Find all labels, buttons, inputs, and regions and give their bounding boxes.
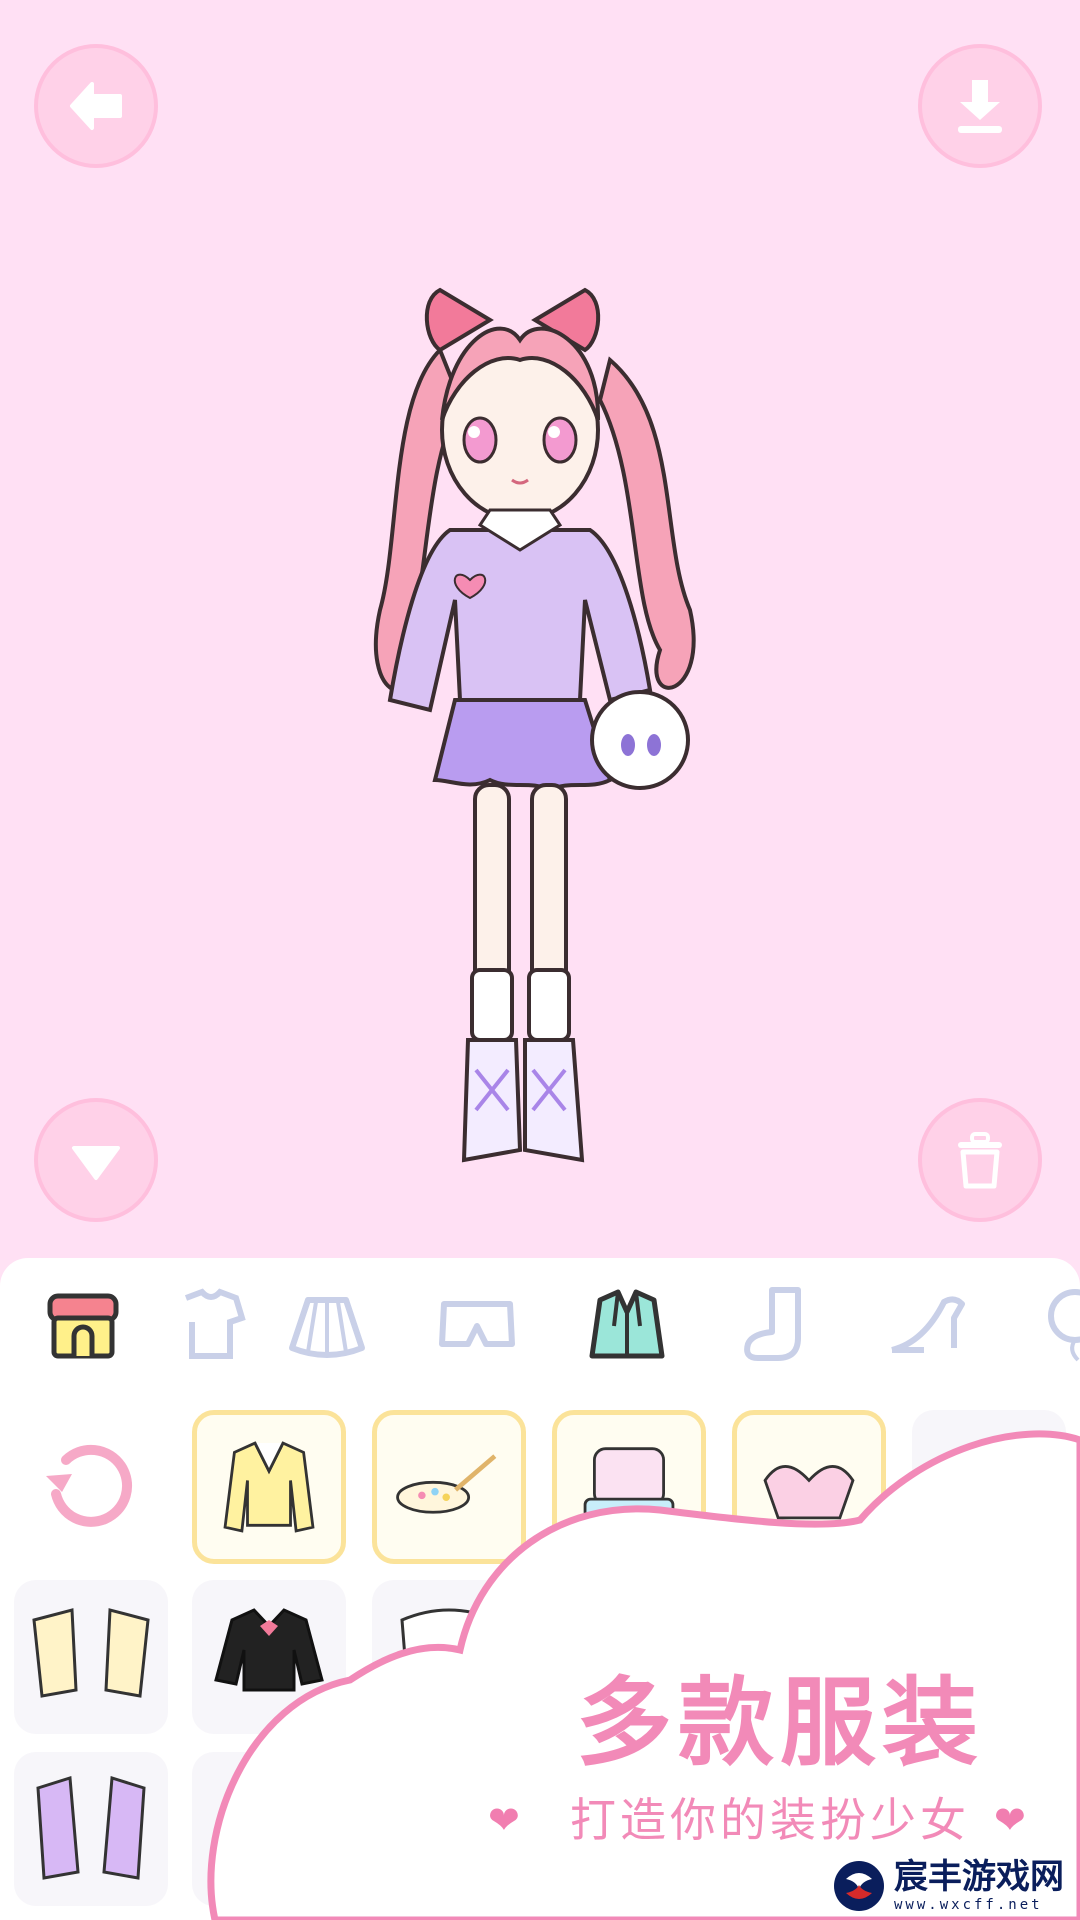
watermark-url: www.wxcff.net xyxy=(894,1897,1043,1913)
sailor-top-thumbnail xyxy=(214,1608,324,1692)
collapse-button[interactable] xyxy=(34,1098,158,1222)
balloon-icon xyxy=(1048,1289,1080,1362)
download-icon xyxy=(958,80,1002,133)
shirt-icon xyxy=(184,1288,246,1359)
outfit-item-white-ruffle-top[interactable] xyxy=(372,1580,526,1734)
delete-button[interactable] xyxy=(918,1098,1042,1222)
trash-icon xyxy=(958,1132,1002,1189)
sock-icon xyxy=(744,1287,801,1361)
category-socks[interactable] xyxy=(732,1280,822,1370)
dressed-character xyxy=(373,287,696,1163)
reset-icon xyxy=(46,1444,133,1527)
shop-icon xyxy=(47,1293,119,1359)
site-logo-icon xyxy=(834,1861,884,1911)
outfit-item-yellow-cardigan[interactable] xyxy=(192,1410,346,1564)
high-heel-icon xyxy=(891,1296,965,1353)
watermark-name: 宸丰游戏网 xyxy=(894,1857,1064,1897)
shorts-icon xyxy=(439,1301,515,1347)
outfit-item-cream-bolero[interactable] xyxy=(14,1580,168,1734)
ruffle-top-thumbnail xyxy=(400,1608,498,1672)
purple-jacket-thumbnail xyxy=(36,1776,146,1880)
pajama-thumbnail xyxy=(583,1447,675,1520)
promo-subtitle: 打造你的装扮少女 xyxy=(570,1793,970,1847)
outfit-item-bow-set[interactable] xyxy=(732,1410,886,1564)
bow-set-thumbnail xyxy=(763,1465,855,1520)
bolero-thumbnail xyxy=(32,1608,150,1698)
category-shorts[interactable] xyxy=(432,1280,522,1370)
palette-thumbnail xyxy=(396,1454,497,1514)
triangle-down-icon xyxy=(72,1146,120,1180)
character-stage xyxy=(0,0,1080,1260)
heart-icon: ❤ xyxy=(994,1798,1026,1842)
download-button[interactable] xyxy=(918,44,1042,168)
outfit-item-purple-jacket[interactable] xyxy=(14,1752,168,1906)
category-skirt[interactable] xyxy=(282,1280,372,1370)
promo-title: 多款服装 xyxy=(576,1667,984,1779)
category-bar xyxy=(0,1258,1080,1388)
skirt-icon xyxy=(289,1297,365,1358)
cardigan-thumbnail xyxy=(223,1441,315,1533)
outfit-item-partial[interactable] xyxy=(192,1752,346,1906)
outfit-item-palette[interactable] xyxy=(372,1410,526,1564)
reset-button[interactable] xyxy=(36,1430,146,1540)
outfit-item-pajama-set[interactable] xyxy=(552,1410,706,1564)
watermark: 宸丰游戏网 www.wxcff.net xyxy=(832,1856,1072,1916)
arrow-left-icon xyxy=(70,82,122,130)
back-button[interactable] xyxy=(34,44,158,168)
category-jacket[interactable] xyxy=(582,1280,672,1370)
outfit-item-black-sailor-top[interactable] xyxy=(192,1580,346,1734)
category-shoes[interactable] xyxy=(882,1280,972,1370)
outfit-item-partial[interactable] xyxy=(912,1410,1066,1564)
category-shop[interactable] xyxy=(38,1280,128,1370)
heart-icon: ❤ xyxy=(488,1798,520,1842)
category-shirt[interactable] xyxy=(166,1280,256,1370)
category-accessory[interactable] xyxy=(1030,1280,1080,1370)
jacket-icon xyxy=(589,1289,665,1359)
